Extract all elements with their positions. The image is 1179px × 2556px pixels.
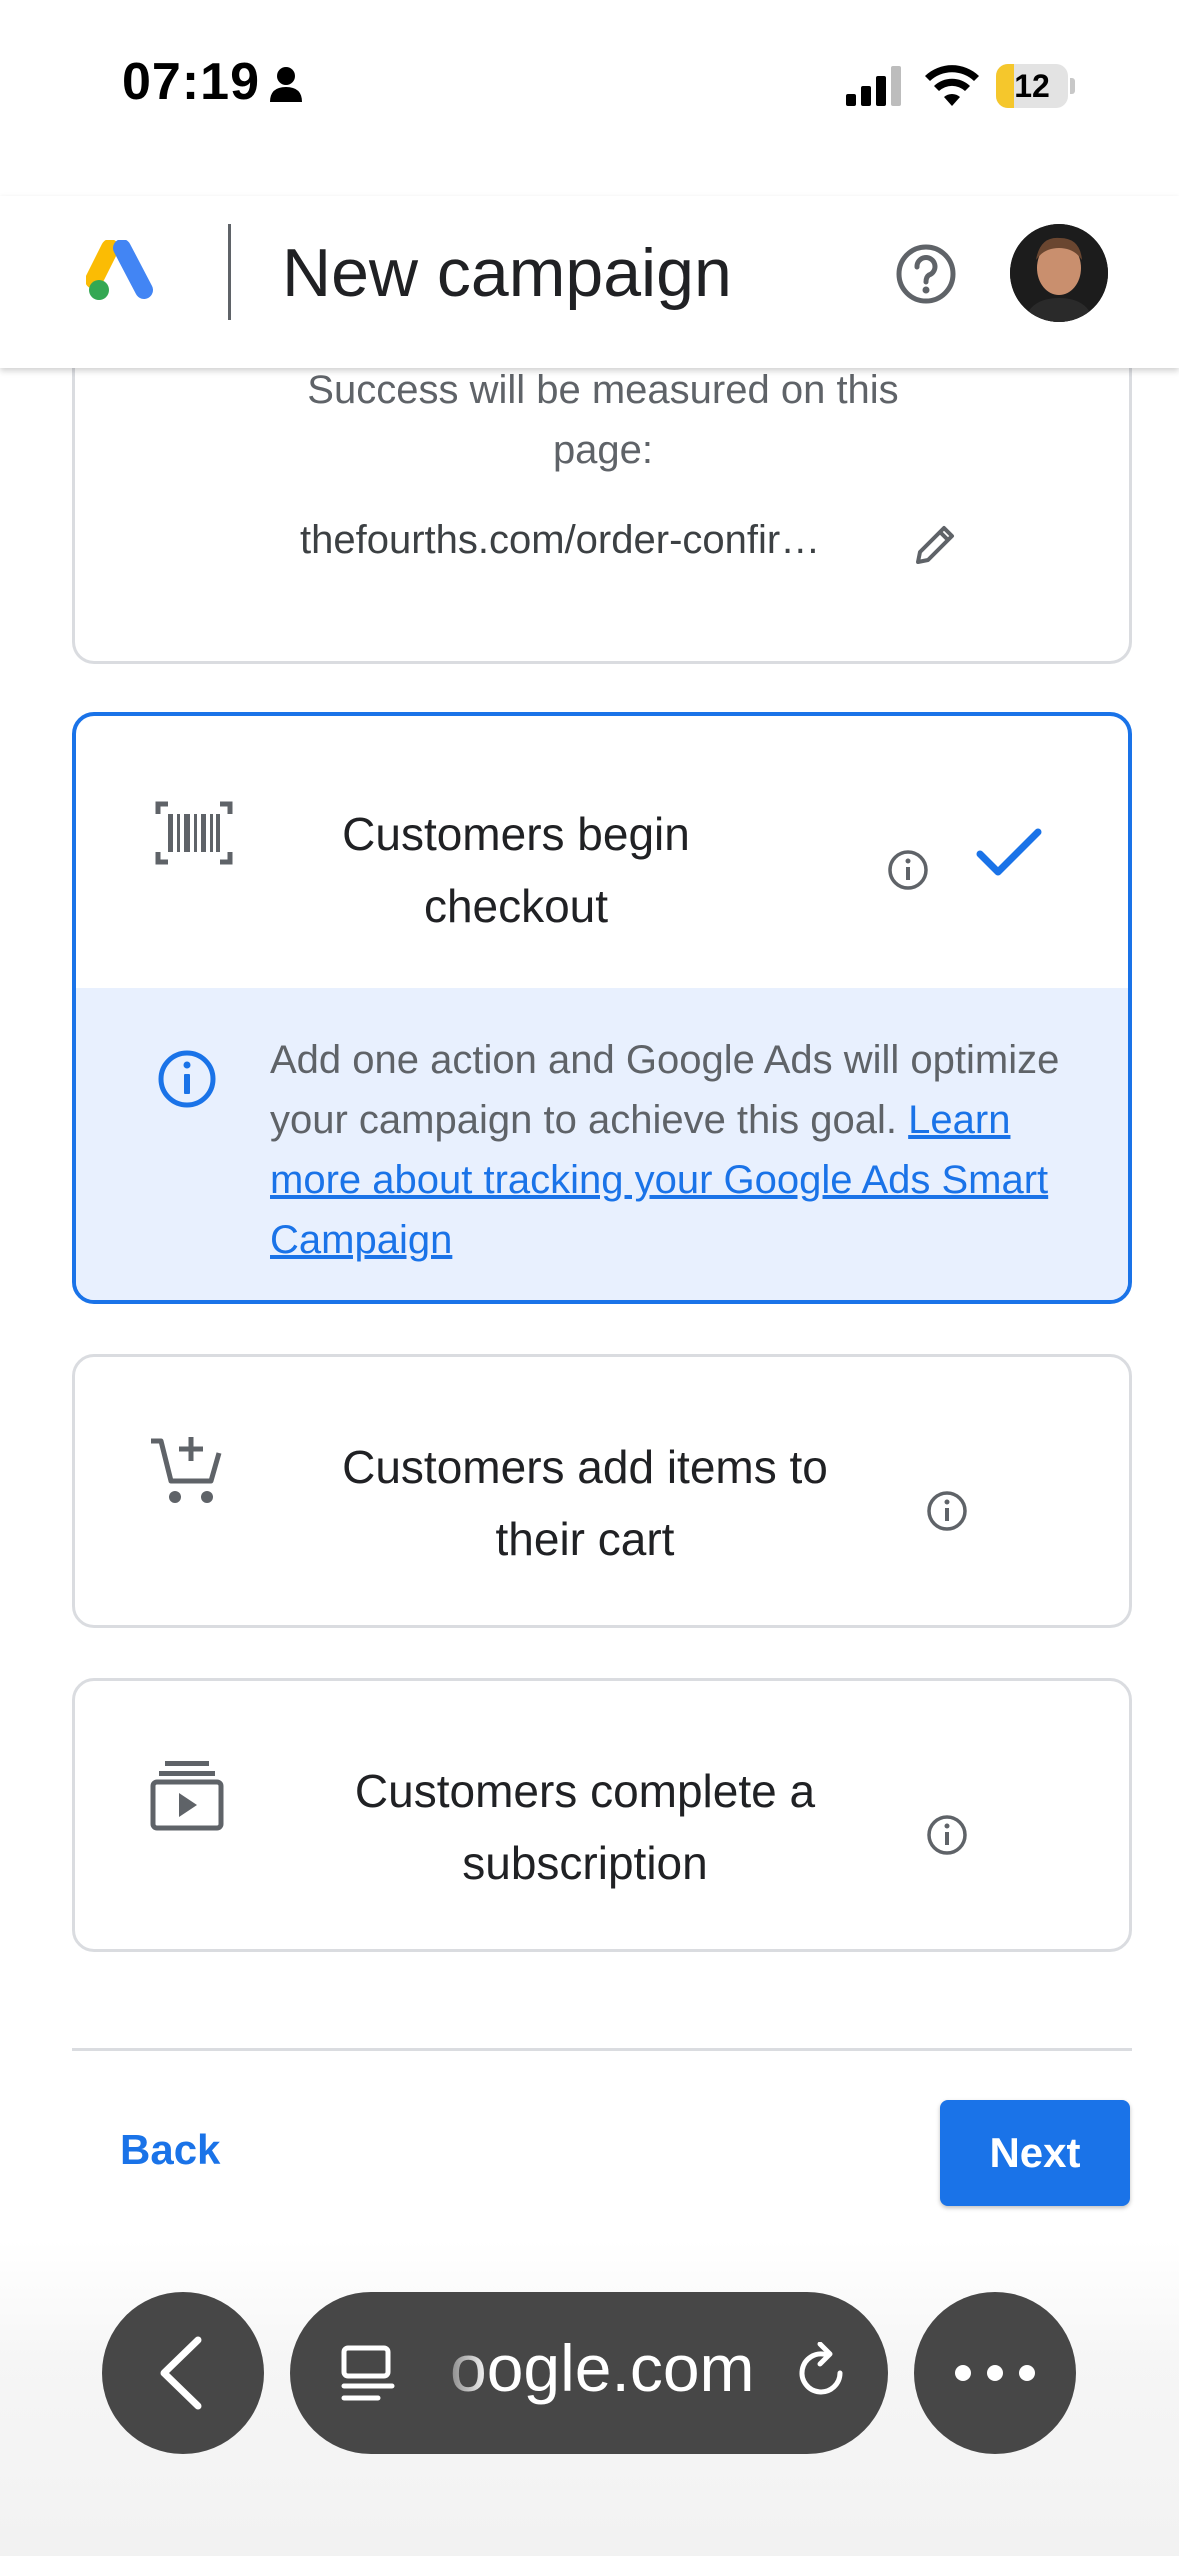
info-circle-icon	[156, 1048, 218, 1115]
info-icon[interactable]	[886, 848, 930, 897]
more-horizontal-icon	[955, 2365, 1035, 2381]
goal-card-subscription[interactable]: Customers complete a subscription	[72, 1678, 1132, 1952]
goal-title: Customers complete a subscription	[305, 1755, 865, 1899]
browser-back-button[interactable]	[102, 2292, 264, 2454]
landing-page-url: thefourths.com/order-confir…	[300, 518, 821, 562]
battery-level: 12	[1014, 68, 1050, 104]
person-icon	[268, 66, 304, 107]
reader-icon[interactable]	[338, 2344, 398, 2409]
status-time: 07:19	[122, 53, 260, 111]
info-icon[interactable]	[925, 1489, 969, 1538]
page-title: New campaign	[282, 235, 732, 311]
help-icon[interactable]	[894, 242, 958, 311]
reload-icon[interactable]	[790, 2341, 852, 2409]
goal-card-begin-checkout[interactable]: Customers begin checkout Add one action …	[72, 712, 1132, 1304]
goal-title: Customers begin checkout	[306, 798, 726, 942]
avatar[interactable]	[1010, 224, 1108, 322]
edit-pencil-icon[interactable]	[912, 522, 958, 573]
tracking-info-text: Add one action and Google Ads will optim…	[270, 1030, 1070, 1270]
goal-card-add-to-cart[interactable]: Customers add items to their cart	[72, 1354, 1132, 1628]
measured-line-1: Success will be measured on this	[307, 368, 899, 412]
goal-title: Customers add items to their cart	[305, 1431, 865, 1575]
footer-divider	[72, 2048, 1132, 2051]
add-shopping-cart-icon	[149, 1433, 225, 1514]
measured-line-2: page:	[552, 428, 654, 472]
battery-indicator: 12	[996, 64, 1076, 108]
goal-title-line-2: subscription	[462, 1837, 708, 1889]
header-divider	[228, 224, 231, 320]
cellular-signal-icon	[846, 66, 904, 111]
app-header: New campaign	[0, 196, 1179, 368]
goal-title-line-2: their cart	[495, 1513, 675, 1565]
chevron-left-icon	[160, 2336, 202, 2410]
wifi-icon	[925, 62, 979, 111]
goal-title-line-1: Customers complete a	[354, 1765, 816, 1817]
subscriptions-icon	[149, 1757, 225, 1838]
tracking-info-box: Add one action and Google Ads will optim…	[76, 988, 1128, 1300]
goal-title-line-1: Customers add items to	[342, 1441, 828, 1493]
google-ads-logo	[85, 239, 158, 311]
check-icon	[976, 826, 1042, 885]
goal-title-line-2: checkout	[423, 880, 609, 932]
goal-title-line-1: Customers begin	[342, 808, 690, 860]
info-icon[interactable]	[925, 1813, 969, 1862]
barcode-icon	[154, 800, 234, 871]
address-fade	[400, 2292, 490, 2454]
back-button[interactable]: Back	[120, 2126, 220, 2174]
browser-more-button[interactable]	[914, 2292, 1076, 2454]
next-button[interactable]: Next	[940, 2100, 1130, 2206]
browser-address-bar[interactable]: oogle.com	[290, 2292, 888, 2454]
address-url: oogle.com	[450, 2331, 755, 2405]
